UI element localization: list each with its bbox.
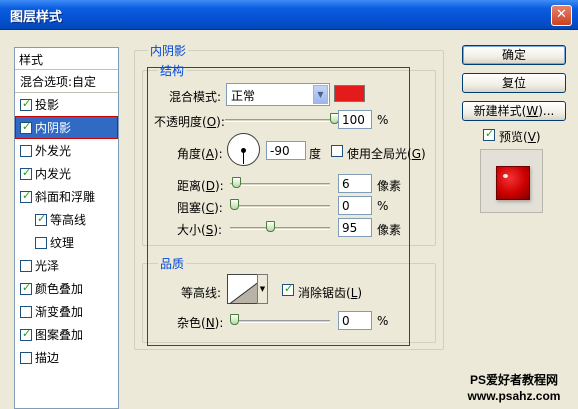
new-style-button[interactable]: 新建样式(W)... bbox=[462, 101, 566, 121]
contour-dropdown-button[interactable]: ▼ bbox=[257, 274, 268, 304]
contour-label: 等高线: bbox=[181, 286, 222, 300]
style-item-checkbox[interactable] bbox=[20, 189, 32, 203]
shadow-color-swatch[interactable] bbox=[334, 85, 365, 102]
global-light-checkbox[interactable] bbox=[331, 145, 343, 157]
style-item[interactable]: 内发光 bbox=[15, 162, 118, 185]
opacity-label: 不透明度(O): bbox=[154, 115, 225, 129]
style-item-label: 颜色叠加 bbox=[35, 282, 84, 296]
style-item[interactable]: 内阴影 bbox=[15, 116, 118, 139]
style-item-checkbox[interactable] bbox=[20, 305, 32, 318]
style-item-label: 光泽 bbox=[35, 259, 60, 273]
ok-button[interactable]: 确定 bbox=[462, 45, 566, 65]
opacity-input[interactable]: 100 bbox=[338, 110, 372, 129]
style-item-label: 渐变叠加 bbox=[35, 305, 84, 319]
window-title: 图层样式 bbox=[10, 10, 63, 25]
reset-button[interactable]: 复位 bbox=[462, 73, 566, 93]
preview-swatch bbox=[496, 166, 530, 200]
style-item-label: 内发光 bbox=[35, 167, 72, 181]
style-item-label: 斜面和浮雕 bbox=[35, 190, 96, 204]
choke-input[interactable]: 0 bbox=[338, 196, 372, 215]
size-unit: 像素 bbox=[377, 223, 402, 237]
blend-mode-label: 混合模式: bbox=[169, 90, 222, 104]
style-item[interactable]: 光泽 bbox=[15, 254, 118, 277]
choke-unit: % bbox=[377, 199, 389, 213]
style-item-label: 内阴影 bbox=[35, 121, 72, 135]
angle-dial[interactable] bbox=[227, 133, 260, 166]
opacity-slider-track[interactable] bbox=[225, 119, 335, 122]
noise-input[interactable]: 0 bbox=[338, 311, 372, 330]
watermark: PS爱好者教程网 www.psahz.com bbox=[452, 372, 576, 404]
chevron-down-icon: ▼ bbox=[313, 85, 328, 104]
watermark-line-1: PS爱好者教程网 bbox=[469, 373, 558, 387]
preview-checkbox[interactable] bbox=[483, 127, 495, 141]
style-item-checkbox[interactable] bbox=[20, 166, 32, 180]
style-item-label: 图案叠加 bbox=[35, 328, 84, 342]
noise-label: 杂色(N): bbox=[177, 316, 224, 330]
choke-label: 阻塞(C): bbox=[177, 201, 223, 215]
style-preview-thumbnail bbox=[480, 149, 543, 213]
style-item-label: 投影 bbox=[35, 98, 60, 112]
style-item-checkbox[interactable] bbox=[20, 259, 32, 272]
style-item-label: 纹理 bbox=[50, 236, 75, 250]
size-label: 大小(S): bbox=[177, 223, 223, 237]
angle-unit: 度 bbox=[309, 147, 322, 161]
style-item-label: 混合选项:自定 bbox=[20, 74, 97, 89]
style-item-label: 等高线 bbox=[50, 213, 87, 227]
styles-list-panel: 样式 混合选项:自定投影内阴影外发光内发光斜面和浮雕等高线纹理光泽颜色叠加渐变叠… bbox=[14, 47, 119, 409]
distance-slider-thumb[interactable] bbox=[231, 177, 241, 188]
style-item[interactable]: 等高线 bbox=[15, 208, 118, 231]
size-slider-track[interactable] bbox=[230, 227, 330, 230]
style-item[interactable]: 颜色叠加 bbox=[15, 277, 118, 300]
style-item[interactable]: 纹理 bbox=[15, 231, 118, 254]
style-item-checkbox[interactable] bbox=[35, 212, 47, 226]
global-light-label: 使用全局光(G) bbox=[347, 147, 426, 161]
watermark-line-2: www.psahz.com bbox=[467, 389, 561, 403]
inner-shadow-group-title: 内阴影 bbox=[148, 42, 189, 59]
size-input[interactable]: 95 bbox=[338, 218, 372, 237]
style-item[interactable]: 描边 bbox=[15, 346, 118, 369]
size-slider-thumb[interactable] bbox=[266, 221, 276, 232]
style-item-checkbox[interactable] bbox=[20, 144, 32, 157]
style-item-checkbox[interactable] bbox=[20, 97, 32, 111]
noise-unit: % bbox=[377, 314, 389, 328]
style-item[interactable]: 投影 bbox=[15, 93, 118, 116]
distance-unit: 像素 bbox=[377, 179, 402, 193]
title-bar[interactable]: 图层样式 ✕ bbox=[0, 0, 578, 30]
style-item[interactable]: 渐变叠加 bbox=[15, 300, 118, 323]
close-icon: ✕ bbox=[556, 7, 567, 22]
style-item-checkbox[interactable] bbox=[20, 281, 32, 295]
style-item-checkbox[interactable] bbox=[20, 351, 32, 364]
opacity-unit: % bbox=[377, 113, 389, 127]
style-item[interactable]: 斜面和浮雕 bbox=[15, 185, 118, 208]
styles-list: 混合选项:自定投影内阴影外发光内发光斜面和浮雕等高线纹理光泽颜色叠加渐变叠加图案… bbox=[15, 70, 118, 369]
style-item[interactable]: 图案叠加 bbox=[15, 323, 118, 346]
choke-slider-thumb[interactable] bbox=[230, 199, 239, 210]
distance-slider-track[interactable] bbox=[230, 183, 330, 186]
blend-mode-select[interactable]: 正常 ▼ bbox=[226, 83, 330, 106]
style-item-checkbox[interactable] bbox=[20, 327, 32, 341]
preview-label: 预览(V) bbox=[499, 130, 541, 144]
chevron-down-icon: ▼ bbox=[259, 285, 266, 293]
styles-list-header[interactable]: 样式 bbox=[15, 48, 118, 70]
angle-label: 角度(A): bbox=[177, 147, 223, 161]
style-item[interactable]: 外发光 bbox=[15, 139, 118, 162]
choke-slider-track[interactable] bbox=[230, 205, 330, 208]
style-item-label: 描边 bbox=[35, 351, 60, 365]
distance-input[interactable]: 6 bbox=[338, 174, 372, 193]
style-item-checkbox[interactable] bbox=[20, 120, 32, 134]
anti-alias-checkbox[interactable] bbox=[282, 282, 294, 296]
angle-input[interactable]: -90 bbox=[266, 141, 306, 160]
distance-label: 距离(D): bbox=[177, 179, 224, 193]
noise-slider-thumb[interactable] bbox=[230, 314, 239, 325]
style-item[interactable]: 混合选项:自定 bbox=[15, 70, 118, 93]
close-button[interactable]: ✕ bbox=[551, 5, 572, 26]
noise-slider-track[interactable] bbox=[230, 320, 330, 323]
style-item-checkbox[interactable] bbox=[35, 236, 47, 249]
anti-alias-label: 消除锯齿(L) bbox=[298, 286, 363, 300]
blend-mode-value: 正常 bbox=[231, 89, 256, 103]
style-item-label: 外发光 bbox=[35, 144, 72, 158]
angle-dial-center bbox=[241, 148, 246, 153]
